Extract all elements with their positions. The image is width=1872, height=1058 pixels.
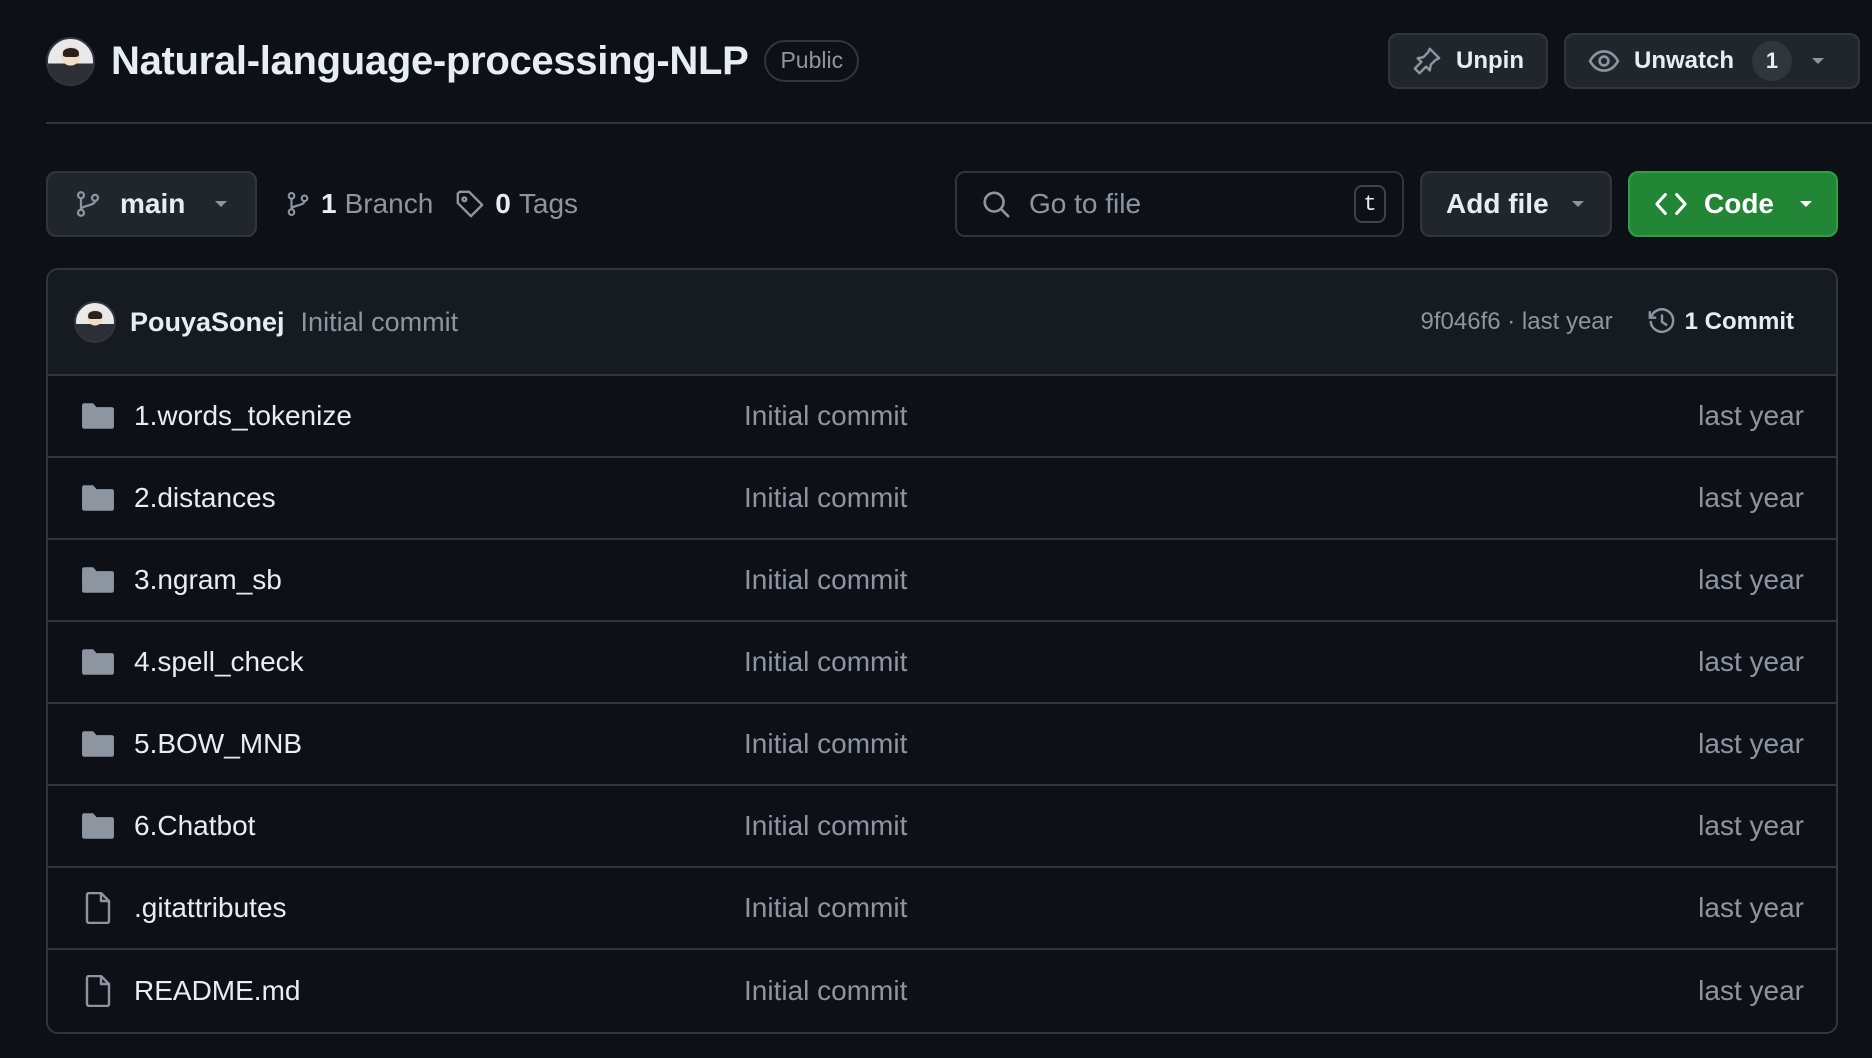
file-commit-message[interactable]: Initial commit	[744, 975, 1698, 1007]
history-icon	[1648, 308, 1674, 333]
eye-icon	[1588, 50, 1620, 72]
commit-count-label: 1 Commit	[1684, 308, 1794, 335]
file-commit-message[interactable]: Initial commit	[744, 646, 1698, 678]
file-icon	[80, 892, 116, 924]
tags-link[interactable]: 0 Tags	[455, 188, 578, 220]
folder-icon	[80, 402, 116, 430]
file-row[interactable]: 3.ngram_sb Initial commit last year	[48, 540, 1836, 622]
unwatch-label: Unwatch	[1633, 47, 1734, 74]
file-commit-date: last year	[1698, 892, 1804, 923]
tag-count: 0	[495, 188, 511, 219]
branch-icon	[287, 192, 309, 216]
header-actions: Unpin Unwatch 1	[1388, 33, 1860, 89]
unwatch-button[interactable]: Unwatch 1	[1563, 33, 1860, 89]
file-name-link[interactable]: 5.BOW_MNB	[134, 728, 744, 760]
file-commit-message[interactable]: Initial commit	[744, 892, 1698, 924]
branch-name: main	[120, 188, 186, 219]
branch-label: Branch	[344, 188, 434, 219]
file-name-link[interactable]: 3.ngram_sb	[134, 564, 744, 596]
branches-link[interactable]: 1 Branch	[285, 188, 433, 220]
commit-author[interactable]: PouyaSonej	[130, 307, 285, 338]
code-label: Code	[1704, 188, 1774, 219]
file-name-link[interactable]: 6.Chatbot	[134, 810, 744, 842]
file-list: 1.words_tokenize Initial commit last year 2…	[48, 376, 1836, 1032]
file-row[interactable]: README.md Initial commit last year	[48, 950, 1836, 1032]
branch-selector[interactable]: main	[46, 171, 257, 237]
commits-link[interactable]: 1 Commit	[1647, 307, 1794, 337]
go-to-file-input[interactable]: Go to file t	[955, 171, 1404, 237]
folder-icon	[80, 730, 116, 758]
watch-count: 1	[1752, 41, 1792, 81]
file-name-link[interactable]: 4.spell_check	[134, 646, 744, 678]
branch-icon	[76, 191, 100, 217]
file-commit-date: last year	[1698, 810, 1804, 841]
file-commit-message[interactable]: Initial commit	[744, 728, 1698, 760]
add-file-button[interactable]: Add file	[1420, 171, 1612, 237]
repo-toolbar: main 1 Branch 0 Tags Go to file t Add fi…	[46, 171, 1838, 237]
owner-avatar[interactable]	[46, 36, 95, 86]
file-row[interactable]: 1.words_tokenize Initial commit last year	[48, 376, 1836, 458]
file-name-link[interactable]: 1.words_tokenize	[134, 400, 744, 432]
file-name-link[interactable]: 2.distances	[134, 482, 744, 514]
chevron-down-icon	[1572, 201, 1584, 207]
unpin-button[interactable]: Unpin	[1388, 33, 1548, 89]
pin-icon	[1413, 47, 1441, 75]
tag-label: Tags	[518, 188, 579, 219]
file-row[interactable]: 4.spell_check Initial commit last year	[48, 622, 1836, 704]
file-name-link[interactable]: .gitattributes	[134, 892, 744, 924]
code-button[interactable]: Code	[1628, 171, 1838, 237]
file-commit-date: last year	[1698, 975, 1804, 1006]
file-commit-message[interactable]: Initial commit	[744, 564, 1698, 596]
file-commit-message[interactable]: Initial commit	[744, 400, 1698, 432]
file-row[interactable]: .gitattributes Initial commit last year	[48, 868, 1836, 950]
repo-page: Natural-language-processing-NLP Public U…	[0, 0, 1872, 1058]
tag-icon	[456, 190, 484, 218]
repo-header: Natural-language-processing-NLP Public U…	[46, 30, 1860, 92]
folder-icon	[80, 484, 116, 512]
keyboard-shortcut: t	[1354, 185, 1386, 223]
file-commit-date: last year	[1698, 728, 1804, 759]
file-row[interactable]: 5.BOW_MNB Initial commit last year	[48, 704, 1836, 786]
file-row[interactable]: 6.Chatbot Initial commit last year	[48, 786, 1836, 868]
file-row[interactable]: 2.distances Initial commit last year	[48, 458, 1836, 540]
author-avatar[interactable]	[74, 301, 116, 343]
commit-hash-time[interactable]: 9f046f6 · last year	[1421, 308, 1613, 336]
file-commit-date: last year	[1698, 400, 1804, 431]
file-commit-date: last year	[1698, 482, 1804, 513]
repo-name[interactable]: Natural-language-processing-NLP	[111, 39, 749, 84]
visibility-badge: Public	[764, 40, 860, 82]
folder-icon	[80, 812, 116, 840]
file-commit-message[interactable]: Initial commit	[744, 810, 1698, 842]
latest-commit-bar: PouyaSonej Initial commit 9f046f6 · last…	[48, 270, 1836, 376]
chevron-down-icon	[215, 201, 227, 207]
file-commit-message[interactable]: Initial commit	[744, 482, 1698, 514]
file-commit-date: last year	[1698, 564, 1804, 595]
file-icon	[80, 975, 116, 1007]
branch-count: 1	[321, 188, 337, 219]
unpin-label: Unpin	[1456, 47, 1524, 74]
folder-icon	[80, 566, 116, 594]
code-icon	[1655, 193, 1687, 215]
folder-icon	[80, 648, 116, 676]
chevron-down-icon[interactable]	[1810, 56, 1826, 66]
header-divider	[46, 122, 1872, 124]
file-name-link[interactable]: README.md	[134, 975, 744, 1007]
commit-message[interactable]: Initial commit	[301, 307, 459, 338]
search-icon	[983, 191, 1010, 218]
file-table: PouyaSonej Initial commit 9f046f6 · last…	[46, 268, 1838, 1034]
chevron-down-icon	[1800, 201, 1812, 207]
add-file-label: Add file	[1446, 188, 1549, 219]
file-commit-date: last year	[1698, 646, 1804, 677]
search-placeholder: Go to file	[1029, 188, 1142, 219]
